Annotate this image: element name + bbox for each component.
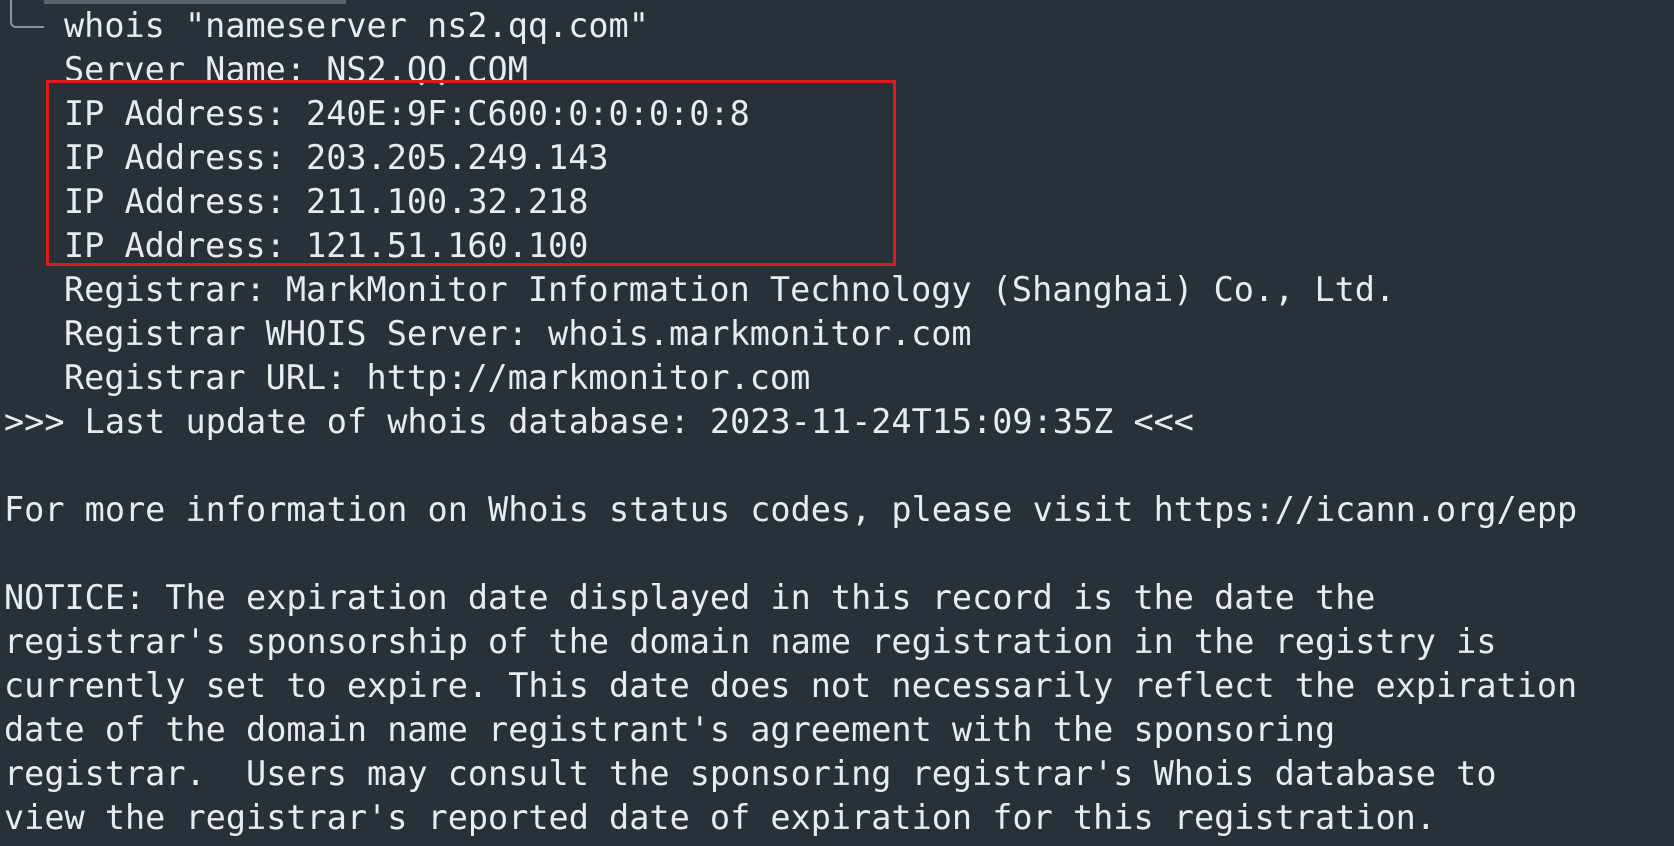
tree-connector-icon [10, 0, 44, 28]
terminal-window: whois "nameserver ns2.qq.com" Server Nam… [0, 0, 1674, 846]
notice-line: NOTICE: The expiration date displayed in… [4, 578, 1376, 617]
notice-line: date of the domain name registrant's agr… [4, 710, 1336, 749]
registrar-line: Registrar: MarkMonitor Information Techn… [64, 270, 1396, 309]
last-update-line: >>> Last update of whois database: 2023-… [4, 402, 1194, 441]
registrar-whois-server-line: Registrar WHOIS Server: whois.markmonito… [64, 314, 972, 353]
notice-line: registrar. Users may consult the sponsor… [4, 754, 1497, 793]
notice-line: currently set to expire. This date does … [4, 666, 1578, 705]
command-line: whois "nameserver ns2.qq.com" [64, 6, 649, 45]
notice-line: view the registrar's reported date of ex… [4, 798, 1436, 837]
notice-line: registrar's sponsorship of the domain na… [4, 622, 1497, 661]
status-info-line: For more information on Whois status cod… [4, 490, 1578, 529]
registrar-url-line: Registrar URL: http://markmonitor.com [64, 358, 811, 397]
ip-address-highlight-box [46, 80, 896, 266]
